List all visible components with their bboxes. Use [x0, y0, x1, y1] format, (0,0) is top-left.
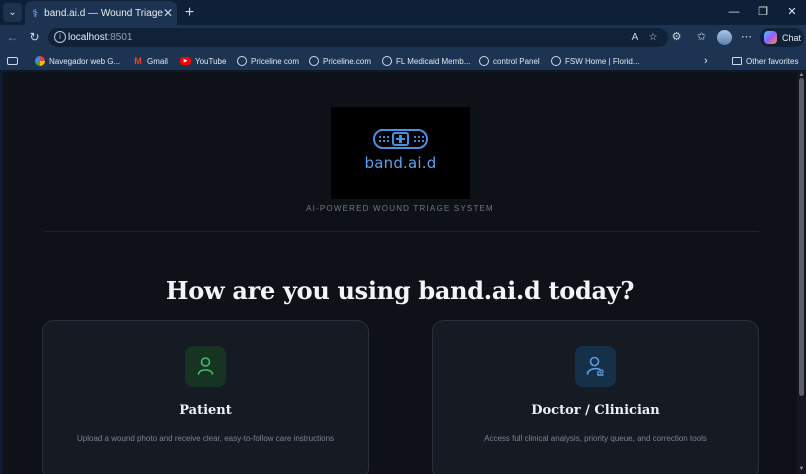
restore-button[interactable]: ❐: [751, 3, 775, 21]
globe-icon: [309, 56, 319, 66]
bookmark-item[interactable]: control Panel: [479, 54, 540, 68]
globe-icon: [551, 56, 561, 66]
address-bar: ← ↻ i localhost:8501 A ☆ ⚙ ✩ ⋯ Chat: [0, 25, 806, 50]
tagline: AI-POWERED WOUND TRIAGE SYSTEM: [306, 204, 494, 213]
copilot-icon: [764, 31, 777, 44]
new-tab-button[interactable]: +: [181, 4, 198, 21]
bookmark-item[interactable]: M Gmail: [133, 54, 168, 68]
app-logo: band.ai.d: [331, 107, 470, 199]
extensions-icon[interactable]: ⚙: [669, 30, 684, 45]
active-tab[interactable]: ⚕ band.ai.d — Wound Triage ✕: [25, 1, 177, 25]
google-icon: [35, 56, 45, 66]
chevron-right-icon[interactable]: ›: [704, 54, 708, 68]
copilot-chat-button[interactable]: Chat: [760, 28, 804, 47]
refresh-button[interactable]: ↻: [26, 29, 43, 46]
more-options-icon[interactable]: ⋯: [739, 30, 754, 45]
globe-icon: [479, 56, 489, 66]
tab-strip: ⌄ ⚕ band.ai.d — Wound Triage ✕ + — ❐ ✕: [0, 0, 806, 25]
bandage-icon: [373, 129, 428, 149]
bookmark-item[interactable]: Priceline.com: [309, 54, 371, 68]
clinician-icon: [575, 346, 616, 387]
bookmark-item[interactable]: ▶ YouTube: [180, 54, 226, 68]
scrollbar[interactable]: ▲ ▼: [797, 72, 806, 474]
site-info-icon[interactable]: i: [54, 31, 66, 43]
scroll-down-icon[interactable]: ▼: [798, 466, 805, 472]
tab-actions-button[interactable]: ⌄: [3, 3, 22, 22]
card-description: Upload a wound photo and receive clear, …: [76, 434, 335, 443]
scroll-thumb[interactable]: [799, 78, 804, 396]
close-tab-icon[interactable]: ✕: [163, 6, 173, 20]
other-favorites[interactable]: Other favorites: [732, 54, 798, 68]
minimize-button[interactable]: —: [722, 3, 746, 21]
bookmark-item[interactable]: Navegador web G...: [35, 54, 120, 68]
folder-icon: [732, 57, 742, 65]
read-aloud-icon[interactable]: A: [628, 31, 642, 45]
card-title: Patient: [179, 403, 232, 418]
chat-label: Chat: [782, 32, 802, 43]
bookmark-item[interactable]: FSW Home | Florid...: [551, 54, 640, 68]
card-description: Access full clinical analysis, priority …: [484, 434, 707, 443]
favorites-icon[interactable]: ✩: [694, 30, 709, 45]
person-icon: [185, 346, 226, 387]
url-text: localhost:8501: [68, 32, 133, 43]
favorite-star-icon[interactable]: ☆: [646, 31, 660, 45]
bookmark-item[interactable]: Priceline com: [237, 54, 299, 68]
gmail-icon: M: [134, 56, 142, 66]
back-button[interactable]: ←: [4, 29, 21, 46]
patient-card[interactable]: Patient Upload a wound photo and receive…: [42, 320, 369, 474]
page-heading: How are you using band.ai.d today?: [165, 276, 635, 305]
tab-actions-icon[interactable]: [7, 54, 22, 68]
globe-icon: [237, 56, 247, 66]
card-title: Doctor / Clinician: [531, 403, 660, 418]
bookmarks-bar: Navegador web G... M Gmail ▶ YouTube Price…: [0, 50, 806, 71]
globe-icon: [382, 56, 392, 66]
url-field[interactable]: i localhost:8501 A ☆: [48, 28, 668, 47]
bandage-favicon-icon: ⚕: [32, 7, 39, 20]
divider: [43, 231, 759, 232]
clinician-card[interactable]: Doctor / Clinician Access full clinical …: [432, 320, 759, 474]
chevron-down-icon: ⌄: [8, 7, 17, 18]
youtube-icon: ▶: [180, 57, 191, 65]
close-window-button[interactable]: ✕: [780, 3, 804, 21]
profile-avatar[interactable]: [717, 30, 732, 45]
logo-text: band.ai.d: [364, 154, 437, 172]
tab-title: band.ai.d — Wound Triage: [44, 7, 163, 19]
page-viewport: band.ai.d AI-POWERED WOUND TRIAGE SYSTEM…: [3, 72, 797, 474]
bookmark-item[interactable]: FL Medicaid Memb...: [382, 54, 470, 68]
